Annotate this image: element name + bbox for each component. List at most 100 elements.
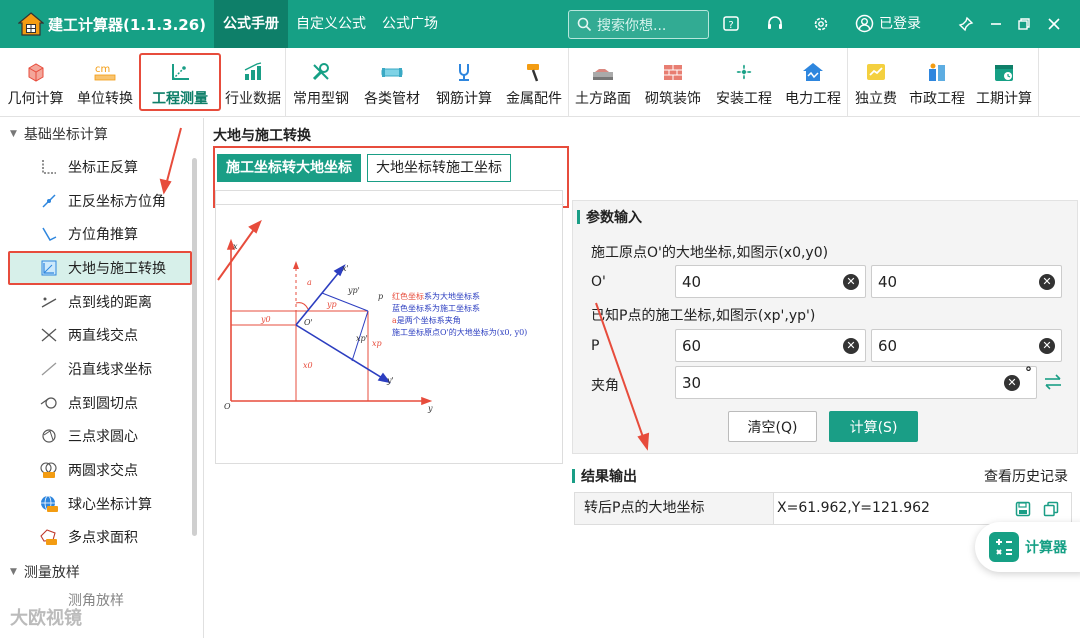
- watermark: 大欧视镜: [10, 608, 82, 629]
- ribbon-metal-parts[interactable]: 金属配件: [500, 48, 568, 117]
- o-y-input[interactable]: 40 ✕: [871, 265, 1062, 298]
- rebar-icon: [452, 60, 476, 84]
- sidebar-group-survey-layout[interactable]: ▼ 测量放样: [0, 556, 203, 588]
- menu-formula-square[interactable]: 公式广场: [374, 0, 446, 48]
- menu-formula-manual[interactable]: 公式手册: [214, 0, 288, 48]
- tab-construction-to-geodetic[interactable]: 施工坐标转大地坐标: [217, 154, 361, 182]
- ribbon-municipal[interactable]: 市政工程: [904, 48, 970, 117]
- axis-dashed-icon: [38, 156, 60, 178]
- ribbon-engineering-survey[interactable]: 工程测量: [139, 53, 221, 111]
- sidebar-scrollbar[interactable]: [192, 158, 197, 536]
- result-label: 转后P点的大地坐标: [575, 493, 774, 524]
- ribbon-unit-convert[interactable]: cm 单位转换: [71, 48, 139, 117]
- tangent-icon: [38, 392, 60, 414]
- login-status[interactable]: 已登录: [855, 13, 921, 33]
- tab-geodetic-to-construction[interactable]: 大地坐标转施工坐标: [367, 154, 511, 182]
- legend-1-prefix: 红色坐标: [392, 291, 424, 301]
- save-icon[interactable]: [1015, 501, 1031, 517]
- ribbon-masonry[interactable]: 砌筑装饰: [637, 48, 709, 117]
- ribbon-independent-fee[interactable]: 独立费: [848, 48, 904, 117]
- survey-axis-icon: [168, 60, 192, 84]
- gear-icon[interactable]: [810, 13, 832, 35]
- unit-icon-text: cm: [95, 64, 110, 75]
- login-label: 已登录: [879, 16, 921, 32]
- clear-icon[interactable]: ✕: [1039, 274, 1055, 290]
- sidebar-item-5[interactable]: 点到线的距离: [0, 285, 203, 319]
- road-icon: [591, 60, 615, 84]
- diagram-label-x: x: [233, 242, 238, 251]
- svg-text:红色坐标系为大地坐标系: 红色坐标系为大地坐标系: [392, 291, 480, 301]
- ribbon-earthwork[interactable]: 土方路面: [569, 48, 637, 117]
- params-title-text: 参数输入: [586, 210, 642, 226]
- polygon-vip-icon: [38, 526, 60, 548]
- sidebar-item-label: 大地与施工转换: [68, 260, 166, 277]
- calculator-label: 计算器: [1025, 540, 1067, 556]
- sidebar-item-12[interactable]: 多点求面积: [0, 521, 203, 555]
- ribbon-geometry[interactable]: 几何计算: [0, 48, 71, 117]
- sidebar-item-10[interactable]: 两圆求交点: [0, 453, 203, 487]
- close-icon[interactable]: [1043, 13, 1065, 35]
- history-link[interactable]: 查看历史记录: [984, 466, 1068, 486]
- restore-icon[interactable]: [1013, 13, 1035, 35]
- sidebar-item-2[interactable]: 正反坐标方位角: [0, 184, 203, 218]
- sidebar-item-7[interactable]: 沿直线求坐标: [0, 352, 203, 386]
- search-placeholder: 搜索你想...: [597, 17, 667, 34]
- app-window: 建工计算器(1.1.3.26) 公式手册 自定义公式 公式广场 搜索你想... …: [0, 0, 1080, 638]
- fee-icon: [864, 60, 888, 84]
- copy-icon[interactable]: [1043, 501, 1059, 517]
- sidebar-item-3[interactable]: 方位角推算: [0, 217, 203, 251]
- sidebar: ▼ 基础坐标计算 坐标正反算 正反坐标方位角 方位角推算大地与施工转换 点到线的距离两…: [0, 118, 204, 638]
- line-coord-icon: [38, 358, 60, 380]
- ribbon-industry-data[interactable]: 行业数据: [221, 48, 285, 117]
- search-input[interactable]: 搜索你想...: [568, 10, 709, 39]
- angle-value: 30: [682, 373, 702, 392]
- clear-button[interactable]: 清空(Q): [728, 411, 817, 442]
- clear-icon[interactable]: ✕: [843, 338, 859, 354]
- diagram-label-xp: xp: [372, 339, 382, 348]
- sidebar-item-11[interactable]: 球心坐标计算: [0, 487, 203, 521]
- o-x-input[interactable]: 40 ✕: [675, 265, 866, 298]
- minimize-icon[interactable]: [985, 13, 1007, 35]
- ribbon-schedule[interactable]: 工期计算: [970, 48, 1038, 117]
- diagram-label-p: p: [378, 292, 383, 301]
- ribbon-installation[interactable]: 安装工程: [709, 48, 779, 117]
- ribbon-power[interactable]: 电力工程: [779, 48, 847, 117]
- result-row: 转后P点的大地坐标 X=61.962,Y=121.962: [574, 492, 1072, 525]
- globe-vip-icon: [38, 493, 60, 515]
- sidebar-item-4[interactable]: 大地与施工转换: [8, 251, 192, 285]
- sidebar-item-8[interactable]: 点到圆切点: [0, 386, 203, 420]
- sidebar-item-6[interactable]: 两直线交点: [0, 318, 203, 352]
- pin-icon[interactable]: [955, 13, 977, 35]
- user-icon: [855, 14, 874, 32]
- clear-icon[interactable]: ✕: [843, 274, 859, 290]
- sidebar-group-label: 测量放样: [23, 565, 80, 582]
- clear-icon[interactable]: ✕: [1039, 338, 1055, 354]
- ribbon-rebar[interactable]: 钢筋计算: [428, 48, 500, 117]
- calculate-button[interactable]: 计算(S): [829, 411, 918, 442]
- ribbon-label: 安装工程: [716, 91, 772, 107]
- diagram-label-xp-prime: xp': [356, 334, 368, 343]
- sidebar-item-label: 点到线的距离: [68, 294, 152, 311]
- calculator-button[interactable]: 计算器: [975, 522, 1080, 572]
- help-icon[interactable]: ?: [720, 13, 742, 35]
- ribbon-pipes[interactable]: 各类管材: [356, 48, 428, 117]
- sidebar-item-9[interactable]: 三点求圆心: [0, 420, 203, 454]
- headset-icon[interactable]: [764, 13, 786, 35]
- bearing-icon: [38, 190, 60, 212]
- p-y-input[interactable]: 60 ✕: [871, 329, 1062, 362]
- angle-input[interactable]: 30 ✕ °: [675, 365, 1037, 399]
- unit-icon: cm: [93, 60, 117, 84]
- sidebar-item-1[interactable]: 坐标正反算: [0, 150, 203, 184]
- ribbon-steel[interactable]: 常用型钢: [286, 48, 356, 117]
- ribbon-label: 钢筋计算: [436, 91, 492, 107]
- hammer-icon: [522, 60, 546, 84]
- ribbon-label: 砌筑装饰: [645, 91, 701, 107]
- swap-icon[interactable]: [1043, 373, 1063, 391]
- o-prime-label: O': [591, 274, 606, 290]
- o-y-value: 40: [878, 272, 898, 291]
- p-x-input[interactable]: 60 ✕: [675, 329, 866, 362]
- clear-icon[interactable]: ✕: [1004, 375, 1020, 391]
- origin-description: 施工原点O'的大地坐标,如图示(x0,y0): [591, 245, 829, 261]
- sidebar-group-basic-coords[interactable]: ▼ 基础坐标计算: [0, 118, 203, 150]
- menu-custom-formula[interactable]: 自定义公式: [288, 0, 374, 48]
